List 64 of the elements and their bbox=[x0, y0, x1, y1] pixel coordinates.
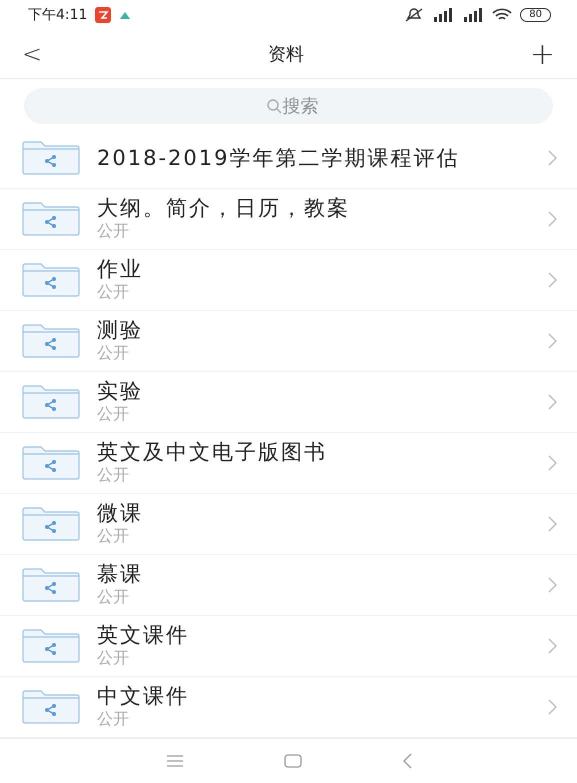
back-icon[interactable] bbox=[402, 753, 412, 769]
folder-name: 作业 bbox=[97, 257, 144, 281]
chevron-right-icon bbox=[548, 150, 557, 166]
status-time: 下午4:11 bbox=[28, 6, 88, 24]
folder-item[interactable]: 测验 公开 bbox=[0, 311, 577, 372]
folder-name: 慕课 bbox=[97, 562, 144, 586]
folder-visibility: 公开 bbox=[97, 220, 130, 242]
folder-item[interactable]: 英文及中文电子版图书 公开 bbox=[0, 433, 577, 494]
shared-folder-icon bbox=[22, 568, 80, 602]
chevron-right-icon bbox=[548, 699, 557, 715]
signal-icon bbox=[432, 8, 454, 22]
folder-visibility: 公开 bbox=[97, 342, 130, 364]
folder-item[interactable]: 微课 公开 bbox=[0, 494, 577, 555]
battery-level: 80 bbox=[520, 8, 551, 22]
folder-name: 英文课件 bbox=[97, 623, 190, 647]
folder-visibility: 公开 bbox=[97, 586, 130, 608]
search-icon bbox=[266, 98, 282, 114]
folder-item[interactable]: 大纲。简介，日历，教案 公开 bbox=[0, 189, 577, 250]
shared-folder-icon bbox=[22, 446, 80, 480]
folder-visibility: 公开 bbox=[97, 403, 130, 425]
signal-icon bbox=[462, 8, 484, 22]
home-icon[interactable] bbox=[284, 754, 302, 768]
menu-icon[interactable] bbox=[166, 755, 184, 767]
wifi-icon bbox=[492, 8, 512, 22]
back-button[interactable]: < bbox=[16, 40, 48, 68]
chevron-right-icon bbox=[548, 577, 557, 593]
add-button[interactable]: + bbox=[524, 36, 561, 72]
folder-item[interactable]: 2018-2019学年第二学期课程评估 bbox=[0, 128, 577, 189]
folder-item[interactable]: 实验 公开 bbox=[0, 372, 577, 433]
chevron-right-icon bbox=[548, 333, 557, 349]
folder-name: 中文课件 bbox=[97, 684, 190, 708]
alarm-off-icon bbox=[404, 8, 424, 22]
shared-folder-icon bbox=[22, 507, 80, 541]
folder-visibility: 公开 bbox=[97, 708, 130, 730]
chevron-right-icon bbox=[548, 272, 557, 288]
chevron-right-icon bbox=[548, 211, 557, 227]
shared-folder-icon bbox=[22, 202, 80, 236]
folder-visibility: 公开 bbox=[97, 525, 130, 547]
folder-item[interactable]: 慕课 公开 bbox=[0, 555, 577, 616]
folder-name: 测验 bbox=[97, 318, 144, 342]
shared-folder-icon bbox=[22, 385, 80, 419]
folder-visibility: 公开 bbox=[97, 281, 130, 303]
app-notification-icon bbox=[95, 7, 112, 23]
chevron-right-icon bbox=[548, 516, 557, 532]
shared-folder-icon bbox=[22, 629, 80, 663]
folder-item[interactable]: 作业 公开 bbox=[0, 250, 577, 311]
chevron-right-icon bbox=[548, 638, 557, 654]
page-title: 资料 bbox=[268, 43, 304, 66]
folder-item[interactable]: 中文课件 公开 bbox=[0, 677, 577, 738]
shared-folder-icon bbox=[22, 141, 80, 175]
folder-visibility: 公开 bbox=[97, 647, 130, 669]
folder-name: 英文及中文电子版图书 bbox=[97, 440, 328, 464]
folder-item[interactable]: 英文课件 公开 bbox=[0, 616, 577, 677]
shared-folder-icon bbox=[22, 690, 80, 724]
folder-visibility: 公开 bbox=[97, 464, 130, 486]
folder-name: 2018-2019学年第二学期课程评估 bbox=[97, 146, 460, 170]
folder-name: 微课 bbox=[97, 501, 144, 525]
search-field[interactable]: 搜索 bbox=[24, 88, 553, 124]
folder-name: 大纲。简介，日历，教案 bbox=[97, 196, 351, 220]
folder-name: 实验 bbox=[97, 379, 144, 403]
shared-folder-icon bbox=[22, 263, 80, 297]
shared-folder-icon bbox=[22, 324, 80, 358]
chevron-right-icon bbox=[548, 455, 557, 471]
chevron-right-icon bbox=[548, 394, 557, 410]
